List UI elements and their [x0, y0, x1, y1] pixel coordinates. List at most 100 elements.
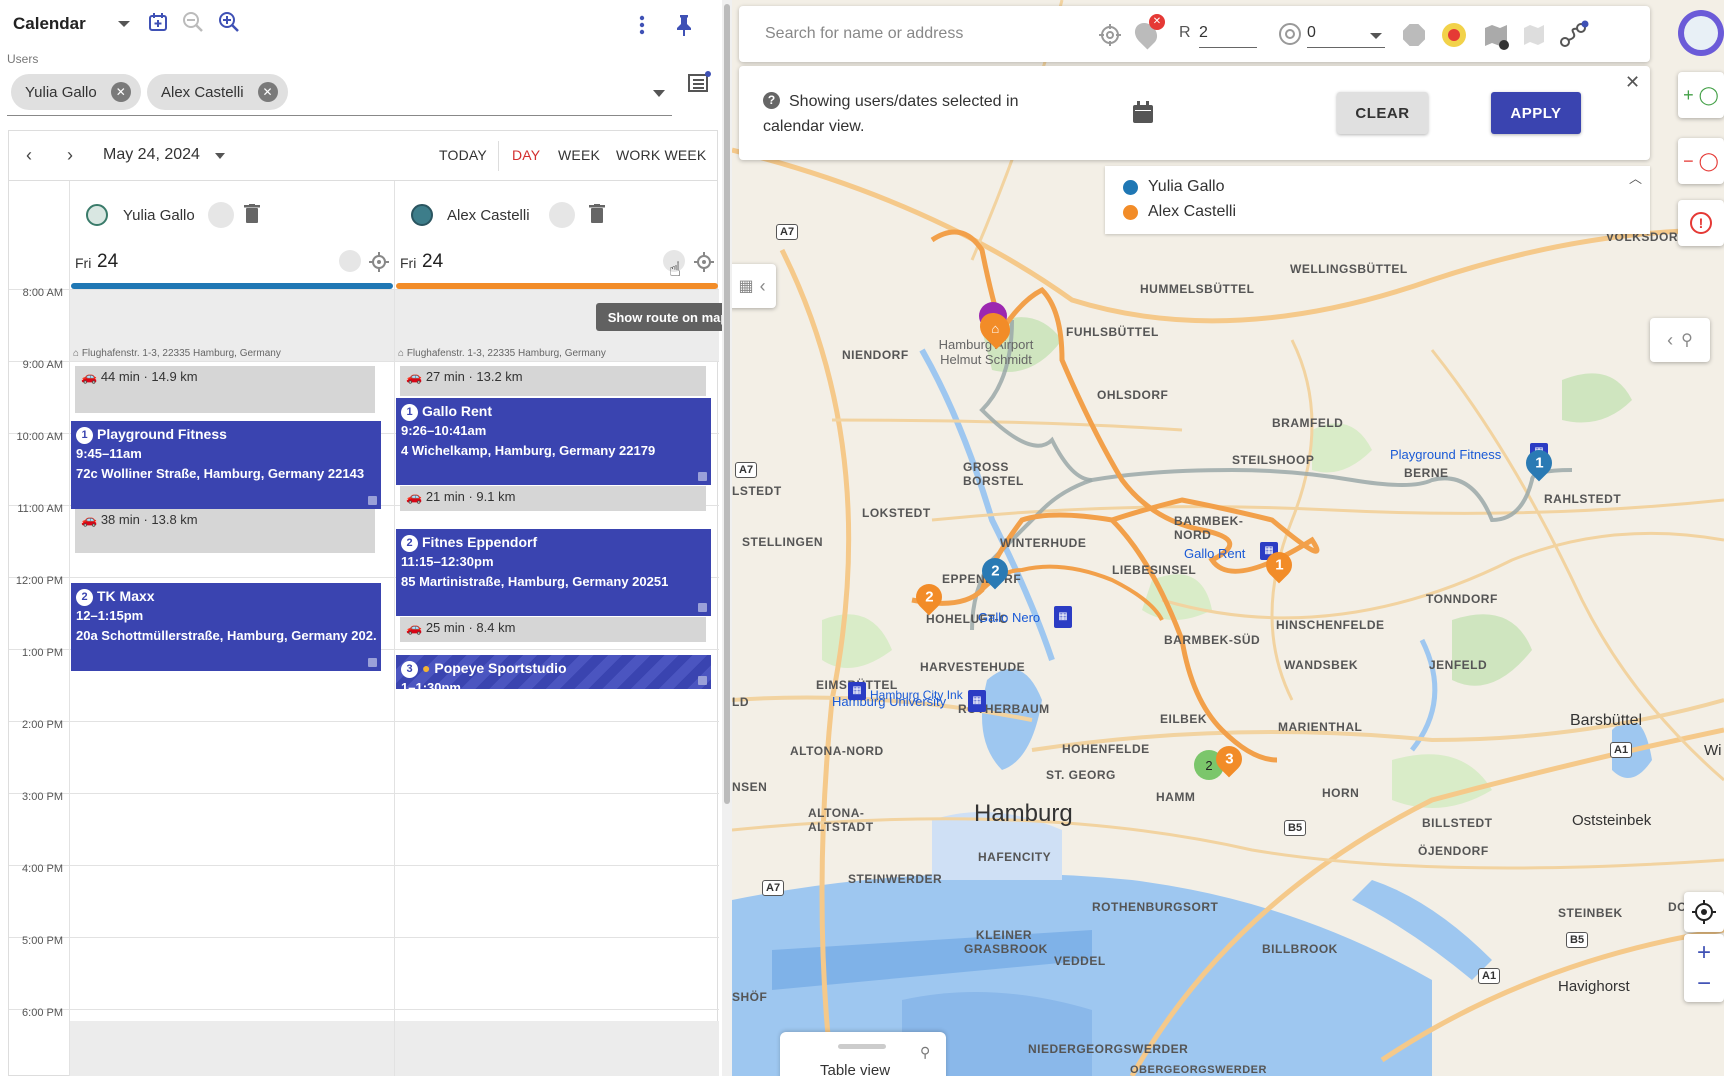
locate-icon[interactable] [369, 252, 389, 275]
travel-text: 21 min · 9.1 km [425, 489, 516, 504]
event-time: 12–1:15pm [76, 608, 144, 623]
map-label: LIEBESINSEL [1112, 563, 1197, 577]
collapse-icon[interactable]: ︿ [1629, 168, 1642, 187]
column-header-yulia: Yulia Gallo [69, 181, 394, 247]
event-title: 3 ● Popeye Sportstudio [401, 658, 706, 678]
clear-location-icon[interactable]: ✕ [1149, 14, 1165, 30]
building-icon[interactable]: ▦ [968, 690, 986, 712]
route-icon[interactable] [208, 202, 234, 228]
map-view[interactable]: HUMMELSBÜTTEL WELLINGSBÜTTEL VOLKSDORF F… [732, 0, 1724, 1076]
day-number: 24 [97, 251, 119, 272]
calendar-dropdown-icon[interactable] [118, 21, 130, 27]
panel-scrollbar[interactable] [722, 0, 732, 1076]
travel-block[interactable]: 🚗 27 min · 13.2 km [400, 366, 706, 396]
drawer-handle[interactable] [838, 1044, 886, 1049]
poi-label[interactable]: Playground Fitness [1390, 447, 1501, 462]
map-label: Wi [1704, 742, 1722, 759]
map-label: VEDDEL [1054, 954, 1106, 968]
alert-button[interactable]: ! [1678, 200, 1724, 246]
zoom-out-map-icon[interactable]: − [1697, 969, 1711, 999]
zoom-in-icon[interactable] [217, 10, 241, 34]
trash-icon[interactable] [589, 204, 605, 223]
poi-label[interactable]: Gallo Nero [978, 610, 1040, 625]
road-shield: A1 [1478, 968, 1501, 984]
chip-remove-icon[interactable]: ✕ [257, 82, 278, 102]
travel-text: 38 min · 13.8 km [100, 512, 198, 527]
count-dropdown-icon[interactable] [1370, 33, 1382, 39]
event-address: 72c Wolliner Straße, Hamburg, Germany 22… [76, 466, 365, 481]
poi-label[interactable]: Gallo Rent [1184, 546, 1245, 561]
route-planner-icon[interactable] [1559, 20, 1589, 55]
add-event-icon[interactable] [146, 10, 170, 34]
zoom-in-map-icon[interactable]: + [1697, 937, 1711, 969]
today-button[interactable]: TODAY [439, 147, 487, 163]
event-number: 2 [76, 589, 93, 606]
pin-icon[interactable]: ⚲ [920, 1044, 930, 1061]
route-icon[interactable] [549, 202, 575, 228]
travel-block[interactable]: 🚗 44 min · 14.9 km [75, 366, 375, 413]
map-label: BILLBROOK [1262, 942, 1338, 956]
remove-lasso-button[interactable]: − ◯ [1678, 138, 1724, 184]
event-card[interactable]: 1 Gallo Rent 9:26–10:41am 4 Wichelkamp, H… [396, 398, 711, 485]
locate-icon[interactable] [694, 252, 714, 275]
travel-block[interactable]: 🚗 21 min · 9.1 km [400, 486, 706, 511]
zoom-out-icon[interactable] [181, 10, 205, 34]
building-icon[interactable]: ▦ [1054, 606, 1072, 628]
search-input[interactable]: Search for name or address [765, 25, 963, 43]
event-card[interactable]: 2 TK Maxx 12–1:15pm 20a Schottmüllerstraß… [71, 583, 381, 671]
work-week-view-button[interactable]: WORK WEEK [616, 147, 706, 163]
marker-number: 2 [990, 562, 1000, 580]
week-view-button[interactable]: WEEK [558, 147, 600, 163]
event-card[interactable]: 3 ● Popeye Sportstudio 1–1:30pm [396, 655, 711, 689]
more-menu-icon[interactable] [634, 12, 650, 38]
apply-button[interactable]: APPLY [1491, 92, 1581, 134]
scrollbar-thumb[interactable] [724, 4, 730, 804]
side-panel-toggle[interactable]: ‹ ⚲ [1650, 318, 1710, 362]
event-card[interactable]: 2 Fitnes Eppendorf 11:15–12:30pm 85 Marti… [396, 529, 711, 616]
cursor-hand-icon: ☝ [669, 259, 682, 281]
map-label: WELLINGSBÜTTEL [1290, 262, 1408, 276]
lock-icon [698, 472, 707, 481]
travel-block[interactable]: 🚗 38 min · 13.8 km [75, 509, 375, 553]
day-view-button[interactable]: DAY [512, 147, 540, 163]
circle-inner-icon [1285, 29, 1295, 39]
poi-label[interactable]: Hamburg City Ink [870, 688, 963, 702]
show-route-icon[interactable] [339, 250, 361, 272]
users-dropdown-icon[interactable] [653, 90, 665, 97]
close-icon[interactable]: ✕ [1625, 72, 1640, 93]
pin-icon[interactable] [672, 12, 696, 38]
building-icon[interactable]: ▦ [848, 682, 866, 700]
travel-block[interactable]: 🚗 25 min · 8.4 km [400, 617, 706, 642]
my-location-button[interactable] [1684, 892, 1724, 932]
column-header-alex: Alex Castelli [394, 181, 718, 247]
map-settings-icon[interactable] [1481, 22, 1511, 57]
calendar-panel-toggle[interactable]: ▦ ‹ [732, 264, 776, 308]
table-list-icon[interactable] [686, 70, 712, 96]
user-chip-yulia[interactable]: Yulia Gallo ✕ [11, 74, 141, 110]
travel-text: 27 min · 13.2 km [425, 369, 523, 384]
table-view-drawer[interactable]: Table view ⚲ [780, 1032, 946, 1076]
map-label: OHLSDORF [1097, 388, 1169, 402]
prev-day-icon[interactable]: ‹ [26, 145, 32, 166]
radius-input[interactable]: 2 [1199, 24, 1257, 48]
user-chip-alex[interactable]: Alex Castelli ✕ [147, 74, 288, 110]
chip-remove-icon[interactable]: ✕ [110, 82, 131, 102]
event-card[interactable]: 1 Playground Fitness 9:45–11am 72c Wollin… [71, 421, 381, 509]
polygon-icon[interactable] [1403, 24, 1425, 46]
calendar-icon[interactable] [1131, 100, 1157, 131]
map-layers-icon[interactable] [1521, 22, 1547, 53]
road-shield: B5 [1566, 932, 1589, 948]
chevron-left-icon: ‹ [1667, 329, 1674, 350]
user-avatar [86, 204, 108, 226]
map-label: NSEN [732, 780, 768, 794]
clear-button[interactable]: CLEAR [1337, 92, 1428, 134]
current-date[interactable]: May 24, 2024 [103, 146, 200, 164]
map-label: TONNDORF [1426, 592, 1498, 606]
trash-icon[interactable] [244, 204, 260, 223]
date-dropdown-icon[interactable] [215, 153, 225, 159]
legend-label: Alex Castelli [1148, 203, 1237, 220]
next-day-icon[interactable]: › [67, 145, 73, 166]
add-lasso-button[interactable]: + ◯ [1678, 72, 1724, 118]
map-label: LD [732, 695, 749, 709]
crosshair-icon[interactable] [1099, 24, 1121, 51]
